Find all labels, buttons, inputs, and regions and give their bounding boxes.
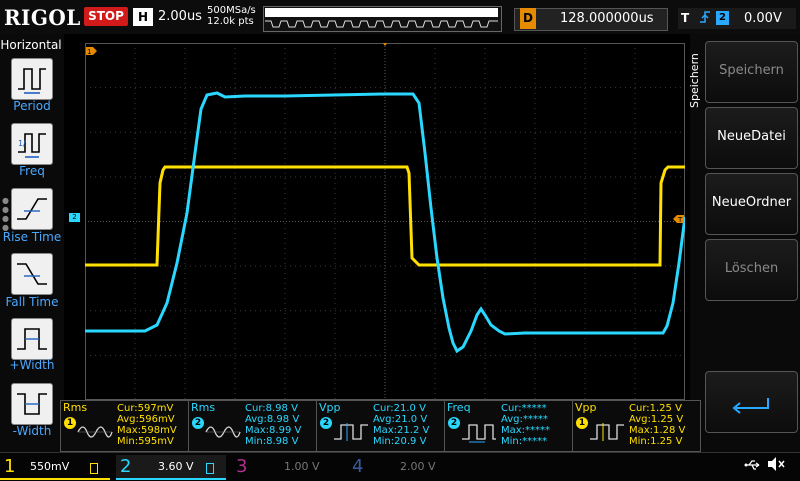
delete-softkey[interactable]: Löschen bbox=[705, 239, 798, 301]
save-softkey[interactable]: Speichern bbox=[705, 41, 798, 103]
new-folder-softkey[interactable]: NeueOrdner bbox=[705, 173, 798, 235]
delay-value: 128.000000us bbox=[560, 11, 654, 26]
timebase-value[interactable]: 2.00us bbox=[158, 8, 202, 26]
softkey-menu-title: Speichern bbox=[688, 53, 701, 108]
trigger-source-badge: 2 bbox=[716, 11, 729, 25]
measurement-min: Min:595mV bbox=[117, 436, 174, 447]
measurement-avg: Avg:1.25 V bbox=[629, 414, 684, 425]
measurement-name: Rms bbox=[63, 401, 88, 414]
channel-3-status[interactable]: 3 1.00 V bbox=[232, 455, 342, 478]
measurement-max: Max:***** bbox=[501, 425, 551, 436]
frequency-wave-icon bbox=[462, 424, 496, 443]
period-icon[interactable] bbox=[11, 58, 53, 100]
measurement-min: Min:1.25 V bbox=[629, 436, 683, 447]
square-wave-icon bbox=[590, 423, 624, 441]
measurement-channel-badge: 1 bbox=[576, 417, 588, 429]
run-stop-status[interactable]: STOP bbox=[84, 7, 128, 26]
memory-waveform-thumbnail bbox=[265, 20, 498, 28]
trigger-marker-label: T bbox=[677, 216, 683, 224]
measurement-avg: Avg:21.0 V bbox=[373, 414, 428, 425]
frequency-icon[interactable]: 1/ bbox=[11, 123, 53, 165]
sample-rate: 500MSa/s bbox=[207, 5, 256, 16]
channel-scale: 2.00 V bbox=[400, 460, 436, 473]
svg-text:1/: 1/ bbox=[18, 139, 26, 148]
acquisition-info: 500MSa/s 12.0k pts bbox=[207, 5, 256, 27]
channel-number: 1 bbox=[4, 456, 16, 477]
channel-2-marker-label: 2 bbox=[69, 213, 80, 222]
measurement-max: Max:598mV bbox=[117, 425, 177, 436]
menu-item-period[interactable]: Period bbox=[0, 99, 64, 113]
measurement-channel-badge: 2 bbox=[448, 417, 460, 429]
measurement-freq-ch2[interactable]: Freq 2 Cur:***** Avg:***** Max:***** Min… bbox=[444, 400, 573, 452]
measurement-name: Vpp bbox=[575, 401, 597, 414]
measurement-vpp-ch2[interactable]: Vpp 2 Cur:21.0 V Avg:21.0 V Max:21.2 V M… bbox=[316, 400, 445, 452]
return-softkey[interactable] bbox=[705, 371, 798, 433]
trigger-label: T bbox=[681, 11, 690, 25]
memory-depth: 12.0k pts bbox=[207, 16, 254, 27]
channel-scale: 550mV bbox=[30, 460, 70, 473]
rising-edge-icon bbox=[699, 9, 711, 31]
menu-title: Horizontal bbox=[0, 38, 62, 52]
channel-number: 4 bbox=[352, 456, 364, 477]
menu-item-fall-time[interactable]: Fall Time bbox=[0, 295, 64, 309]
brand-logo: RIGOL bbox=[4, 5, 81, 30]
fall-time-icon[interactable] bbox=[11, 253, 53, 295]
coupling-icon bbox=[206, 463, 214, 474]
sine-wave-icon bbox=[77, 426, 113, 438]
measurement-avg: Avg:8.98 V bbox=[245, 414, 300, 425]
positive-width-icon[interactable] bbox=[11, 318, 53, 360]
measurement-rms-ch2[interactable]: Rms 2 Cur:8.98 V Avg:8.98 V Max:8.99 V M… bbox=[188, 400, 317, 452]
measurement-cur: Cur:8.98 V bbox=[245, 403, 298, 414]
timebase-label: H bbox=[133, 8, 153, 26]
delay-label: D bbox=[520, 8, 536, 29]
negative-width-icon[interactable] bbox=[11, 383, 53, 425]
menu-item-negative-width[interactable]: -Width bbox=[0, 424, 64, 438]
menu-item-rise-time[interactable]: Rise Time bbox=[0, 230, 64, 244]
rise-time-icon[interactable] bbox=[11, 188, 53, 230]
measurement-max: Max:21.2 V bbox=[373, 425, 430, 436]
usb-icon bbox=[744, 458, 762, 476]
measurement-avg: Avg:596mV bbox=[117, 414, 175, 425]
measurement-name: Freq bbox=[447, 401, 471, 414]
measurement-channel-badge: 1 bbox=[64, 417, 76, 429]
page-indicator-dots: ● ● ● ● bbox=[2, 196, 9, 232]
sine-wave-icon bbox=[205, 426, 241, 438]
measurement-max: Max:8.99 V bbox=[245, 425, 302, 436]
measurement-channel-badge: 2 bbox=[320, 417, 332, 429]
measurement-name: Vpp bbox=[319, 401, 341, 414]
menu-item-freq[interactable]: Freq bbox=[0, 164, 64, 178]
channel-4-status[interactable]: 4 2.00 V bbox=[348, 455, 458, 478]
measurement-cur: Cur:21.0 V bbox=[373, 403, 426, 414]
channel-2-status[interactable]: 2 3.60 V bbox=[116, 455, 226, 480]
menu-item-positive-width[interactable]: +Width bbox=[0, 358, 64, 372]
return-arrow-icon bbox=[732, 398, 769, 414]
square-wave-icon bbox=[334, 423, 368, 441]
measurement-cur: Cur:***** bbox=[501, 403, 547, 414]
channel-number: 2 bbox=[120, 456, 132, 477]
measurement-min: Min:20.9 V bbox=[373, 436, 427, 447]
speaker-muted-icon[interactable] bbox=[766, 455, 786, 477]
measurement-min: Min:8.98 V bbox=[245, 436, 299, 447]
measurement-max: Max:1.28 V bbox=[629, 425, 686, 436]
waveform-display[interactable]: 1 T bbox=[85, 43, 685, 400]
channel-number: 3 bbox=[236, 456, 248, 477]
new-file-softkey[interactable]: NeueDatei bbox=[705, 107, 798, 169]
channel-scale: 1.00 V bbox=[284, 460, 320, 473]
measurement-cur: Cur:1.25 V bbox=[629, 403, 682, 414]
measurement-avg: Avg:***** bbox=[501, 414, 548, 425]
measurement-vpp-ch1[interactable]: Vpp 1 Cur:1.25 V Avg:1.25 V Max:1.28 V M… bbox=[572, 400, 701, 452]
memory-window-indicator bbox=[265, 8, 498, 17]
measurement-rms-ch1[interactable]: Rms 1 Cur:597mV Avg:596mV Max:598mV Min:… bbox=[60, 400, 189, 452]
measurement-name: Rms bbox=[191, 401, 216, 414]
coupling-icon bbox=[90, 463, 98, 474]
measurement-channel-badge: 2 bbox=[192, 417, 204, 429]
measurement-min: Min:***** bbox=[501, 436, 548, 447]
trigger-level-value: 0.00V bbox=[744, 11, 782, 26]
channel-1-status[interactable]: 1 550mV bbox=[0, 455, 110, 480]
channel-scale: 3.60 V bbox=[158, 460, 194, 473]
channel-1-marker-label: 1 bbox=[87, 48, 91, 56]
measurement-cur: Cur:597mV bbox=[117, 403, 174, 414]
